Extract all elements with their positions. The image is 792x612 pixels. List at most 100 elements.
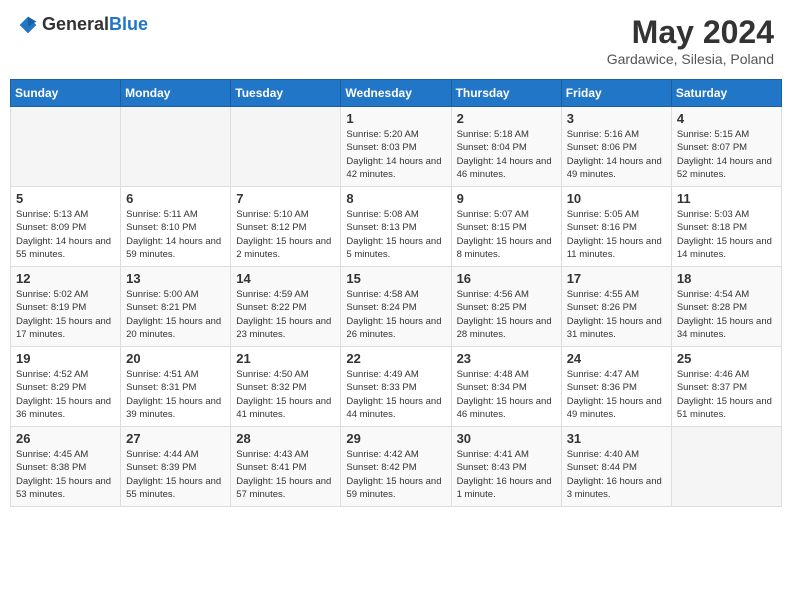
day-number: 3 [567, 111, 666, 126]
header-day-monday: Monday [121, 80, 231, 107]
day-cell-11: 11 Sunrise: 5:03 AMSunset: 8:18 PMDayligh… [671, 187, 781, 267]
day-number: 7 [236, 191, 335, 206]
day-number: 23 [457, 351, 556, 366]
day-cell-9: 9Sunrise: 5:07 AMSunset: 8:15 PMDaylight… [451, 187, 561, 267]
day-cell-7: 7Sunrise: 5:10 AMSunset: 8:12 PMDaylight… [231, 187, 341, 267]
day-cell-25: 25 Sunrise: 4:46 AMSunset: 8:37 PMDayligh… [671, 347, 781, 427]
week-row-2: 5Sunrise: 5:13 AMSunset: 8:09 PMDaylight… [11, 187, 782, 267]
day-info: Sunrise: 4:48 AMSunset: 8:34 PMDaylight:… [457, 368, 556, 421]
day-info: Sunrise: 5:03 AMSunset: 8:18 PMDaylight:… [677, 208, 776, 261]
day-cell-2: 2Sunrise: 5:18 AMSunset: 8:04 PMDaylight… [451, 107, 561, 187]
day-cell-23: 23 Sunrise: 4:48 AMSunset: 8:34 PMDayligh… [451, 347, 561, 427]
day-cell-5: 5Sunrise: 5:13 AMSunset: 8:09 PMDaylight… [11, 187, 121, 267]
day-info: Sunrise: 5:02 AMSunset: 8:19 PMDaylight:… [16, 288, 115, 341]
day-cell-18: 18 Sunrise: 4:54 AMSunset: 8:28 PMDayligh… [671, 267, 781, 347]
day-number: 31 [567, 431, 666, 446]
day-cell-28: 28 Sunrise: 4:43 AMSunset: 8:41 PMDayligh… [231, 427, 341, 507]
day-info: Sunrise: 4:50 AMSunset: 8:32 PMDaylight:… [236, 368, 335, 421]
day-info: Sunrise: 5:16 AMSunset: 8:06 PMDaylight:… [567, 128, 666, 181]
day-cell-26: 26 Sunrise: 4:45 AMSunset: 8:38 PMDayligh… [11, 427, 121, 507]
day-info: Sunrise: 5:13 AMSunset: 8:09 PMDaylight:… [16, 208, 115, 261]
day-info: Sunrise: 4:46 AMSunset: 8:37 PMDaylight:… [677, 368, 776, 421]
title-block: May 2024 Gardawice, Silesia, Poland [607, 14, 774, 67]
day-number: 4 [677, 111, 776, 126]
day-cell-21: 21 Sunrise: 4:50 AMSunset: 8:32 PMDayligh… [231, 347, 341, 427]
day-info: Sunrise: 4:54 AMSunset: 8:28 PMDaylight:… [677, 288, 776, 341]
day-number: 22 [346, 351, 445, 366]
day-info: Sunrise: 4:40 AMSunset: 8:44 PMDaylight:… [567, 448, 666, 501]
day-info: Sunrise: 4:41 AMSunset: 8:43 PMDaylight:… [457, 448, 556, 501]
day-number: 2 [457, 111, 556, 126]
day-info: Sunrise: 4:52 AMSunset: 8:29 PMDaylight:… [16, 368, 115, 421]
day-cell-15: 15Sunrise: 4:58 AMSunset: 8:24 PMDayligh… [341, 267, 451, 347]
logo-blue: Blue [109, 14, 148, 34]
day-number: 14 [236, 271, 335, 286]
main-title: May 2024 [607, 14, 774, 51]
day-info: Sunrise: 4:56 AMSunset: 8:25 PMDaylight:… [457, 288, 556, 341]
page-header: GeneralBlue May 2024 Gardawice, Silesia,… [10, 10, 782, 71]
day-info: Sunrise: 5:20 AMSunset: 8:03 PMDaylight:… [346, 128, 445, 181]
day-number: 13 [126, 271, 225, 286]
day-cell-8: 8 Sunrise: 5:08 AMSunset: 8:13 PMDaylight… [341, 187, 451, 267]
day-cell-22: 22 Sunrise: 4:49 AMSunset: 8:33 PMDayligh… [341, 347, 451, 427]
week-row-4: 19Sunrise: 4:52 AMSunset: 8:29 PMDayligh… [11, 347, 782, 427]
day-info: Sunrise: 5:08 AMSunset: 8:13 PMDaylight:… [346, 208, 445, 261]
week-row-1: 1 Sunrise: 5:20 AMSunset: 8:03 PMDaylight… [11, 107, 782, 187]
header-day-tuesday: Tuesday [231, 80, 341, 107]
day-number: 21 [236, 351, 335, 366]
header-day-wednesday: Wednesday [341, 80, 451, 107]
header-day-friday: Friday [561, 80, 671, 107]
day-cell-19: 19Sunrise: 4:52 AMSunset: 8:29 PMDayligh… [11, 347, 121, 427]
day-number: 20 [126, 351, 225, 366]
day-number: 8 [346, 191, 445, 206]
day-info: Sunrise: 4:43 AMSunset: 8:41 PMDaylight:… [236, 448, 335, 501]
day-number: 27 [126, 431, 225, 446]
empty-cell [121, 107, 231, 187]
subtitle: Gardawice, Silesia, Poland [607, 51, 774, 67]
day-number: 10 [567, 191, 666, 206]
day-number: 16 [457, 271, 556, 286]
day-cell-31: 31 Sunrise: 4:40 AMSunset: 8:44 PMDayligh… [561, 427, 671, 507]
week-row-5: 26 Sunrise: 4:45 AMSunset: 8:38 PMDayligh… [11, 427, 782, 507]
day-number: 9 [457, 191, 556, 206]
day-number: 18 [677, 271, 776, 286]
day-number: 28 [236, 431, 335, 446]
day-info: Sunrise: 5:05 AMSunset: 8:16 PMDaylight:… [567, 208, 666, 261]
day-number: 11 [677, 191, 776, 206]
day-info: Sunrise: 4:59 AMSunset: 8:22 PMDaylight:… [236, 288, 335, 341]
day-info: Sunrise: 4:42 AMSunset: 8:42 PMDaylight:… [346, 448, 445, 501]
day-cell-3: 3 Sunrise: 5:16 AMSunset: 8:06 PMDaylight… [561, 107, 671, 187]
day-info: Sunrise: 4:55 AMSunset: 8:26 PMDaylight:… [567, 288, 666, 341]
day-number: 29 [346, 431, 445, 446]
day-cell-16: 16 Sunrise: 4:56 AMSunset: 8:25 PMDayligh… [451, 267, 561, 347]
day-cell-17: 17 Sunrise: 4:55 AMSunset: 8:26 PMDayligh… [561, 267, 671, 347]
day-cell-24: 24Sunrise: 4:47 AMSunset: 8:36 PMDayligh… [561, 347, 671, 427]
day-info: Sunrise: 4:49 AMSunset: 8:33 PMDaylight:… [346, 368, 445, 421]
day-info: Sunrise: 5:11 AMSunset: 8:10 PMDaylight:… [126, 208, 225, 261]
day-cell-20: 20 Sunrise: 4:51 AMSunset: 8:31 PMDayligh… [121, 347, 231, 427]
day-info: Sunrise: 5:15 AMSunset: 8:07 PMDaylight:… [677, 128, 776, 181]
logo-text: GeneralBlue [42, 14, 148, 35]
day-cell-13: 13Sunrise: 5:00 AMSunset: 8:21 PMDayligh… [121, 267, 231, 347]
day-cell-27: 27 Sunrise: 4:44 AMSunset: 8:39 PMDayligh… [121, 427, 231, 507]
header-row: SundayMondayTuesdayWednesdayThursdayFrid… [11, 80, 782, 107]
day-info: Sunrise: 4:44 AMSunset: 8:39 PMDaylight:… [126, 448, 225, 501]
calendar-table: SundayMondayTuesdayWednesdayThursdayFrid… [10, 79, 782, 507]
logo: GeneralBlue [18, 14, 148, 35]
day-number: 30 [457, 431, 556, 446]
week-row-3: 12 Sunrise: 5:02 AMSunset: 8:19 PMDayligh… [11, 267, 782, 347]
day-cell-12: 12 Sunrise: 5:02 AMSunset: 8:19 PMDayligh… [11, 267, 121, 347]
day-number: 12 [16, 271, 115, 286]
day-cell-6: 6Sunrise: 5:11 AMSunset: 8:10 PMDaylight… [121, 187, 231, 267]
day-info: Sunrise: 4:45 AMSunset: 8:38 PMDaylight:… [16, 448, 115, 501]
day-info: Sunrise: 4:58 AMSunset: 8:24 PMDaylight:… [346, 288, 445, 341]
day-number: 25 [677, 351, 776, 366]
day-number: 26 [16, 431, 115, 446]
day-number: 1 [346, 111, 445, 126]
empty-cell [11, 107, 121, 187]
day-number: 17 [567, 271, 666, 286]
header-day-sunday: Sunday [11, 80, 121, 107]
day-info: Sunrise: 4:47 AMSunset: 8:36 PMDaylight:… [567, 368, 666, 421]
day-cell-14: 14 Sunrise: 4:59 AMSunset: 8:22 PMDayligh… [231, 267, 341, 347]
day-info: Sunrise: 4:51 AMSunset: 8:31 PMDaylight:… [126, 368, 225, 421]
